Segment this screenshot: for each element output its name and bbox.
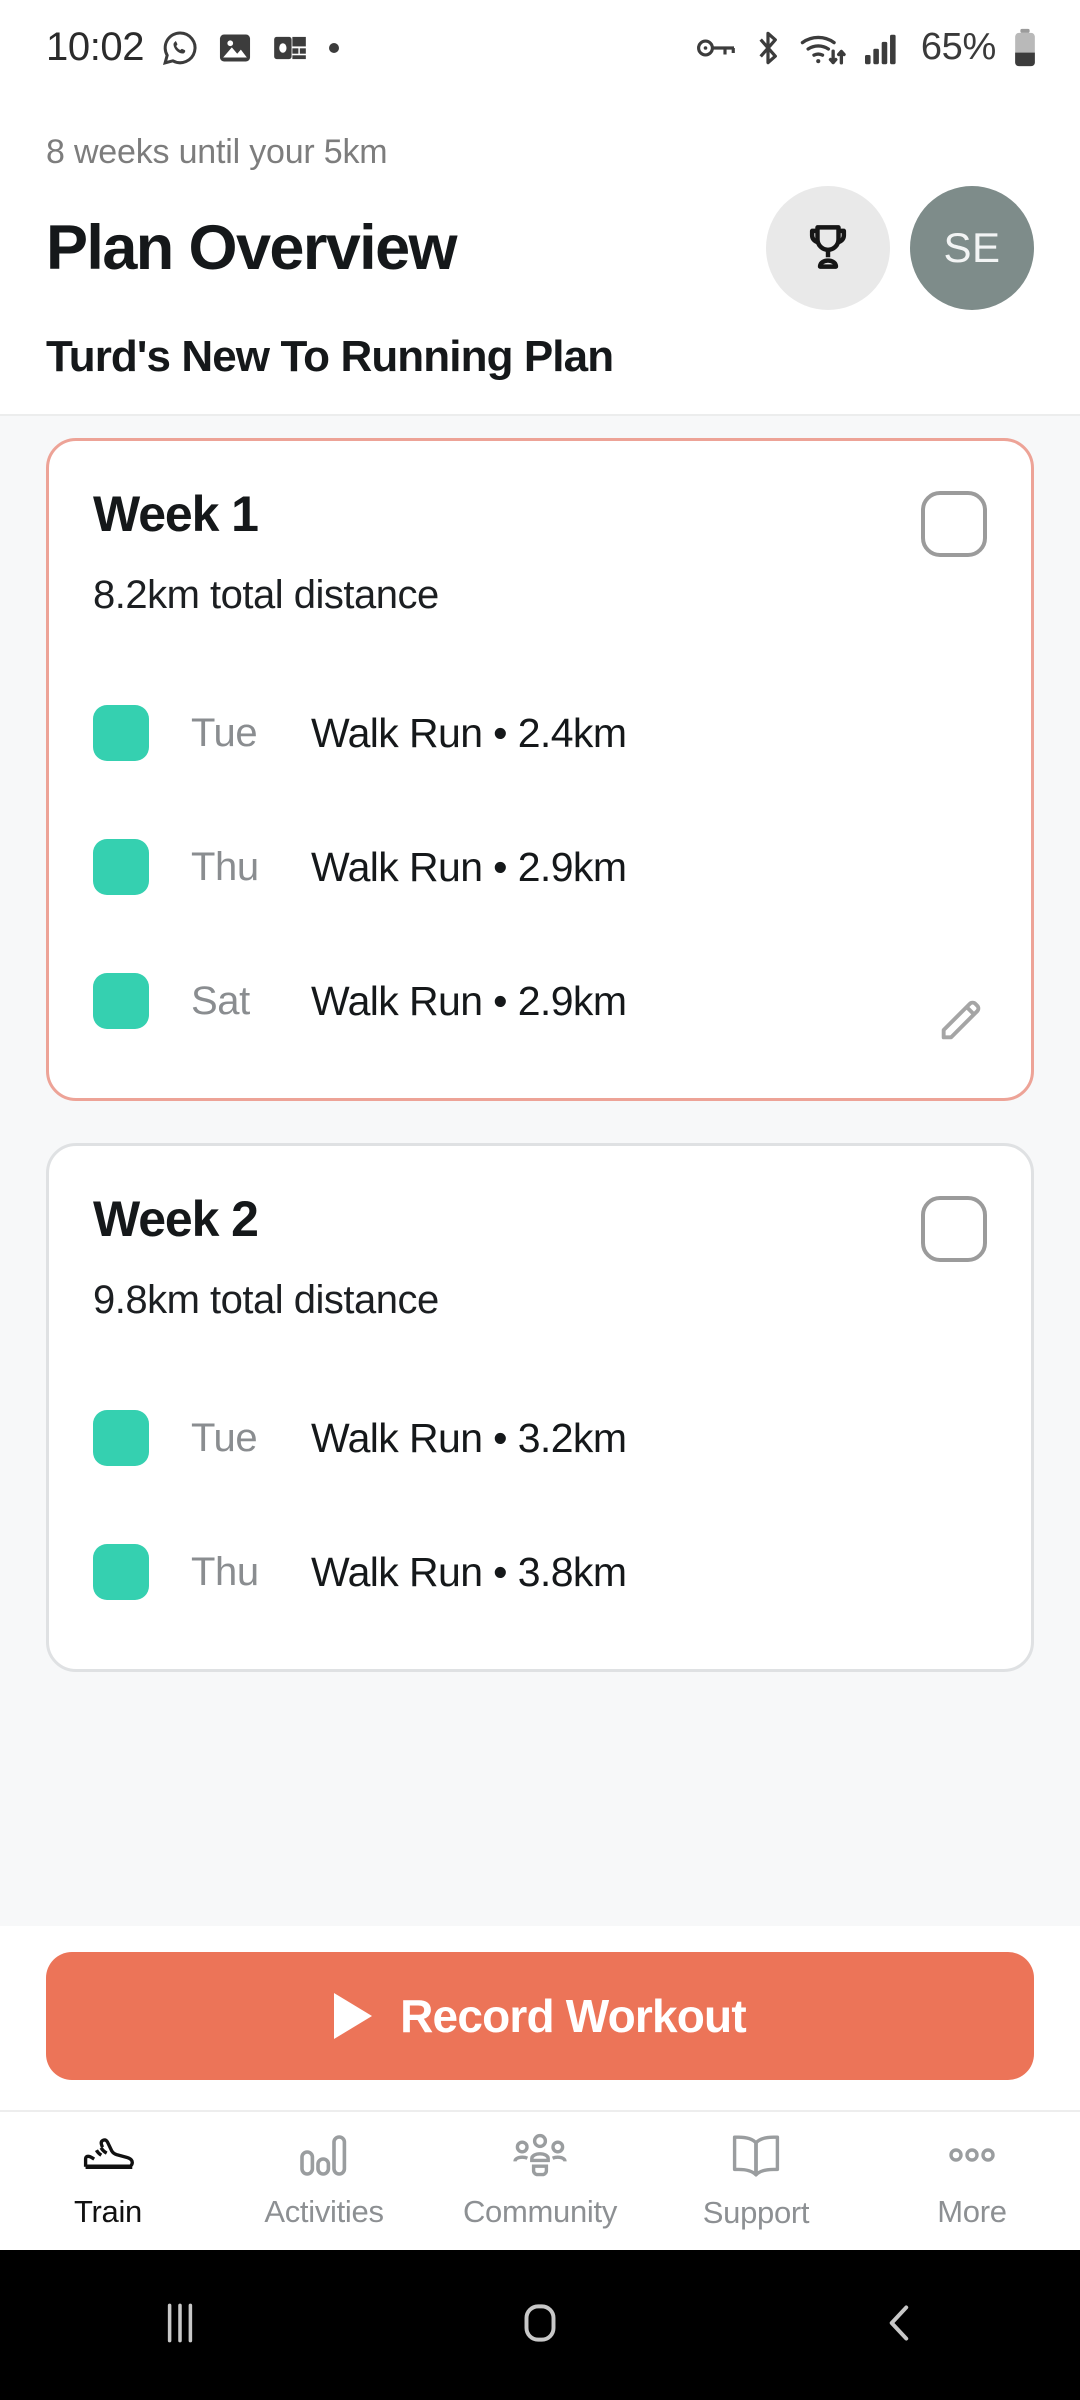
shoe-icon	[80, 2133, 136, 2182]
workout-day: Sat	[191, 978, 250, 1023]
back-button[interactable]	[810, 2296, 990, 2355]
outlook-icon	[271, 29, 309, 67]
page-title: Plan Overview	[46, 213, 458, 283]
status-bar: 10:02 65%	[0, 0, 1080, 95]
edit-pencil-icon[interactable]	[935, 994, 987, 1046]
bottom-tab-bar: Train Activities Community Support More	[0, 2110, 1080, 2250]
bluetooth-icon	[753, 29, 783, 67]
book-icon	[730, 2132, 782, 2183]
workout-type-chip	[93, 839, 149, 895]
workout-row[interactable]: Tue Walk Run • 2.4km	[93, 666, 987, 800]
header-actions: SE	[766, 186, 1034, 310]
play-icon	[334, 1993, 373, 2039]
week-card[interactable]: Week 1 8.2km total distance Tue Walk Run…	[46, 438, 1034, 1101]
workout-description: Walk Run • 2.9km	[311, 843, 627, 890]
tab-label: Support	[702, 2194, 810, 2230]
record-workout-button[interactable]: Record Workout	[46, 1952, 1034, 2080]
home-button[interactable]	[450, 2296, 630, 2355]
vpn-key-icon	[695, 33, 737, 63]
back-icon	[873, 2296, 927, 2355]
tab-label: Community	[462, 2193, 618, 2229]
tab-activities[interactable]: Activities	[216, 2133, 432, 2230]
home-icon	[513, 2296, 567, 2355]
workout-description: Walk Run • 2.4km	[311, 709, 627, 756]
week-card-header: Week 2 9.8km total distance	[93, 1190, 987, 1323]
battery-percent: 65%	[920, 26, 996, 68]
workout-day: Thu	[191, 844, 259, 889]
photos-icon	[216, 29, 254, 67]
title-row: Plan Overview SE	[46, 186, 1034, 310]
tab-train[interactable]: Train	[0, 2133, 216, 2230]
status-bar-left: 10:02	[46, 25, 342, 70]
week-complete-checkbox[interactable]	[921, 491, 987, 557]
workout-row[interactable]: Sat Walk Run • 2.9km	[93, 934, 987, 1068]
dot-indicator-icon	[326, 40, 342, 56]
tab-label: Train	[74, 2193, 142, 2229]
tab-label: Activities	[264, 2193, 384, 2229]
page-header: 8 weeks until your 5km Plan Overview SE …	[0, 95, 1080, 414]
workout-type-chip	[93, 1544, 149, 1600]
ellipsis-icon	[944, 2133, 1000, 2182]
workout-day: Tue	[191, 710, 258, 755]
signal-icon	[863, 31, 901, 65]
trophy-icon	[800, 219, 856, 278]
countdown-text: 8 weeks until your 5km	[46, 133, 388, 171]
whatsapp-icon	[161, 29, 199, 67]
wifi-icon	[799, 29, 847, 67]
status-bar-right: 65%	[695, 26, 1038, 69]
week-total-distance: 8.2km total distance	[93, 573, 439, 617]
week-card-text: Week 1 8.2km total distance	[93, 485, 439, 618]
workout-row[interactable]: Tue Walk Run • 3.2km	[93, 1371, 987, 1505]
recents-icon	[153, 2296, 207, 2355]
week-title: Week 2	[93, 1191, 259, 1247]
avatar-initials: SE	[943, 224, 1001, 271]
week-total-distance: 9.8km total distance	[93, 1278, 439, 1322]
workout-row[interactable]: Thu Walk Run • 3.8km	[93, 1505, 987, 1639]
workout-description: Walk Run • 3.8km	[311, 1548, 627, 1595]
plan-name: Turd's New To Running Plan	[46, 332, 614, 381]
weeks-scroll-area[interactable]: Week 1 8.2km total distance Tue Walk Run…	[0, 416, 1080, 1926]
week-complete-checkbox[interactable]	[921, 1196, 987, 1262]
people-icon	[513, 2133, 567, 2182]
week-card-header: Week 1 8.2km total distance	[93, 485, 987, 618]
week-title: Week 1	[93, 486, 259, 542]
tab-community[interactable]: Community	[432, 2133, 648, 2230]
battery-icon	[1012, 28, 1038, 68]
workout-row[interactable]: Thu Walk Run • 2.9km	[93, 800, 987, 934]
week-card[interactable]: Week 2 9.8km total distance Tue Walk Run…	[46, 1143, 1034, 1672]
workout-list: Tue Walk Run • 2.4km Thu Walk Run • 2.9k…	[93, 666, 987, 1068]
workout-type-chip	[93, 973, 149, 1029]
tab-more[interactable]: More	[864, 2133, 1080, 2230]
system-navigation-bar	[0, 2250, 1080, 2400]
tab-label: More	[937, 2193, 1007, 2229]
workout-day: Tue	[191, 1415, 258, 1460]
workout-type-chip	[93, 1410, 149, 1466]
record-workout-label: Record Workout	[400, 1990, 747, 2042]
achievements-button[interactable]	[766, 186, 890, 310]
workout-type-chip	[93, 705, 149, 761]
workout-list: Tue Walk Run • 3.2km Thu Walk Run • 3.8k…	[93, 1371, 987, 1639]
recents-button[interactable]	[90, 2296, 270, 2355]
tab-support[interactable]: Support	[648, 2132, 864, 2231]
footer: Record Workout Train Activities Communit…	[0, 1926, 1080, 2400]
workout-description: Walk Run • 3.2km	[311, 1414, 627, 1461]
status-time: 10:02	[46, 25, 145, 69]
workout-description: Walk Run • 2.9km	[311, 977, 627, 1024]
app-screen: 10:02 65% 8 weeks until your 5km Plan Ov…	[0, 0, 1080, 2400]
workout-day: Thu	[191, 1549, 259, 1594]
week-card-text: Week 2 9.8km total distance	[93, 1190, 439, 1323]
record-button-container: Record Workout	[0, 1926, 1080, 2110]
bar-chart-icon	[298, 2133, 350, 2182]
user-avatar[interactable]: SE	[910, 186, 1034, 310]
